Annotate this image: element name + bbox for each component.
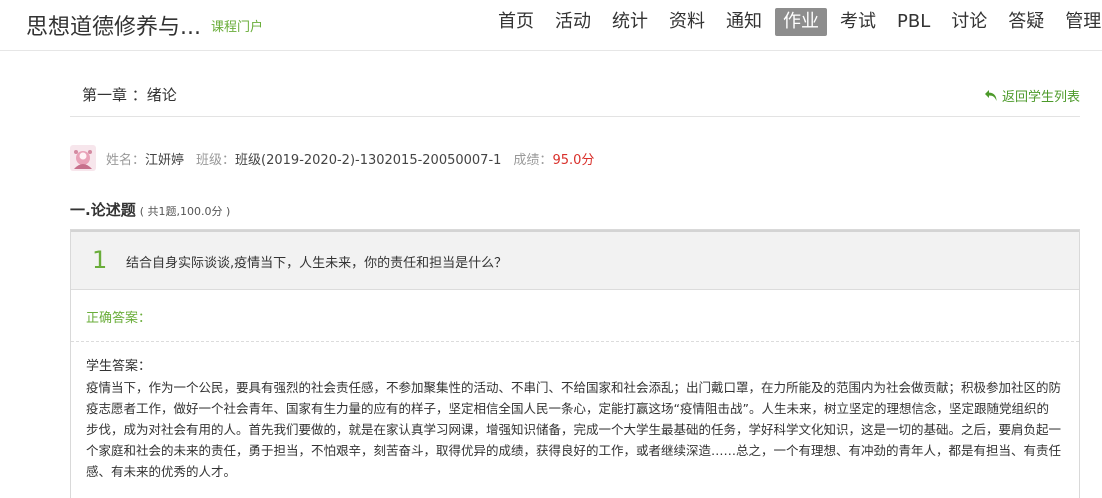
section-meta: ( 共1题,100.0分 ) [139,205,231,218]
nav-item-pbl[interactable]: PBL [889,8,938,36]
section-title: 一.论述题 [70,201,136,219]
question-header: 1 结合自身实际谈谈,疫情当下，人生未来，你的责任和担当是什么？ [71,230,1079,290]
class-label: 班级： [196,152,236,168]
return-arrow-icon [984,90,997,101]
correct-answer-label: 正确答案： [86,311,152,326]
nav-item-home[interactable]: 首页 [490,8,542,36]
section-heading: 一.论述题( 共1题,100.0分 ) [70,199,230,220]
chapter-title: 第一章 ：绪论 [82,86,177,104]
main-nav: 首页 活动 统计 资料 通知 作业 考试 PBL 讨论 答疑 管理 [490,8,1102,36]
nav-item-materials[interactable]: 资料 [661,8,713,36]
nav-item-exam[interactable]: 考试 [832,8,884,36]
student-class: 班级(2019-2020-2)-1302015-20050007-1 [235,152,502,168]
student-answer-block: 学生答案： 疫情当下，作为一个公民，要具有强烈的社会责任感，不参加聚集性的活动、… [71,342,1079,482]
chapter-header: 第一章 ：绪论 返回学生列表 [70,70,1080,117]
top-bar: 思想道德修养与... 课程门户 首页 活动 统计 资料 通知 作业 考试 PBL… [0,0,1102,51]
student-answer-text: 疫情当下，作为一个公民，要具有强烈的社会责任感，不参加聚集性的活动、不串门、不给… [86,380,1062,479]
question-number: 1 [92,246,108,274]
student-info: 姓名： 江妍婷 班级： 班级(2019-2020-2)-1302015-2005… [70,145,594,171]
nav-item-statistics[interactable]: 统计 [604,8,656,36]
question-card: 1 结合自身实际谈谈,疫情当下，人生未来，你的责任和担当是什么？ 正确答案： 学… [70,229,1080,498]
course-portal-link[interactable]: 课程门户 [211,16,263,35]
student-score: 95.0分 [552,152,595,168]
nav-item-activity[interactable]: 活动 [547,8,599,36]
correct-answer-row: 正确答案： [71,290,1079,342]
nav-item-qa[interactable]: 答疑 [1000,8,1052,36]
nav-item-manage[interactable]: 管理 [1057,8,1102,36]
nav-item-notices[interactable]: 通知 [718,8,770,36]
score-label: 成绩： [513,152,553,168]
student-answer-label: 学生答案： [86,359,152,374]
back-link-label: 返回学生列表 [1001,90,1080,105]
nav-item-homework[interactable]: 作业 [775,8,827,36]
student-avatar [70,145,96,171]
student-name: 江妍婷 [145,152,185,168]
nav-item-discussion[interactable]: 讨论 [943,8,995,36]
question-text: 结合自身实际谈谈,疫情当下，人生未来，你的责任和担当是什么？ [126,256,508,271]
back-to-student-list-link[interactable]: 返回学生列表 [984,86,1080,105]
course-title: 思想道德修养与... [26,15,201,40]
name-label: 姓名： [106,152,146,168]
